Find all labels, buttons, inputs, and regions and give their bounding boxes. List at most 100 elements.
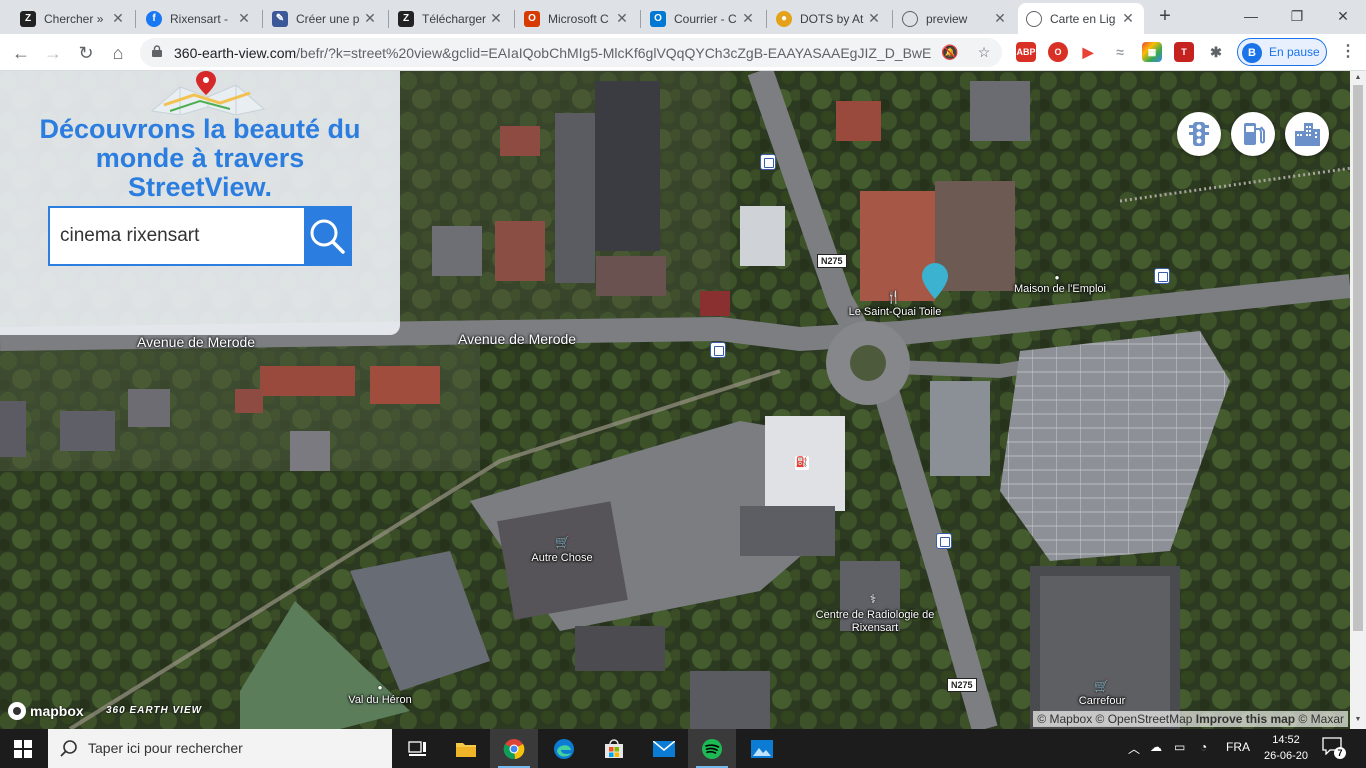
globe-icon [1026,10,1042,27]
attribution-mapbox-link[interactable]: © Mapbox [1037,712,1092,726]
bus-stop-icon[interactable] [760,154,776,170]
fuel-pump-button[interactable] [1231,112,1275,156]
attribution-osm-link[interactable]: © OpenStreetMap [1096,712,1193,726]
action-center-button[interactable]: 7 [1322,737,1346,759]
mail-button[interactable] [640,729,688,768]
mapbox-wordmark: mapbox [30,703,84,719]
clock[interactable]: 14:52 26-06-20 [1258,732,1314,764]
taskbar-search[interactable]: Taper ici pour rechercher [48,729,392,768]
tab-4[interactable]: O Microsoft C ✕ [516,3,638,34]
page-scrollbar[interactable]: ▲ ▼ [1350,71,1366,729]
notifications-blocked-icon[interactable]: 🔕 [940,42,960,62]
attribution-maxar-link[interactable]: © Maxar [1298,712,1344,726]
search-button[interactable] [304,208,350,264]
lock-icon[interactable] [152,45,162,57]
map-pin-illustration [150,71,266,115]
poi-label[interactable]: Carrefour [1065,695,1139,707]
reload-button[interactable]: ↻ [73,40,99,66]
form-icon: ✎ [272,10,288,27]
bus-stop-icon[interactable] [936,533,952,549]
bus-stop-icon[interactable] [710,342,726,358]
scroll-down-arrow-icon[interactable]: ▼ [1353,715,1363,725]
poi-label[interactable]: Le Saint-Quai Toile [840,306,950,318]
poi-label[interactable]: Val du Héron [335,694,425,706]
close-icon[interactable]: ✕ [614,10,630,27]
chrome-icon [503,738,525,759]
globe-icon [902,10,918,27]
url-text[interactable]: 360-earth-view.com/befr/?k=street%20view… [174,45,944,61]
location-pin-icon[interactable] [922,263,948,299]
poi-label[interactable]: Maison de l'Emploi [1005,283,1115,295]
url-path: /befr/?k=street%20view&gclid=EAIaIQobChM… [296,45,932,61]
search-box [48,206,352,266]
show-hidden-icons-icon[interactable]: ︿ [1128,740,1140,757]
windows-taskbar: Taper ici pour rechercher ︿ ☁ ▭ ◔ FRA 14… [0,729,1366,768]
home-button[interactable]: ⌂ [105,40,131,66]
start-button[interactable] [0,729,46,768]
tab-5[interactable]: O Courrier - C ✕ [642,3,764,34]
tab-2[interactable]: ✎ Créer une p ✕ [264,3,386,34]
close-icon[interactable]: ✕ [362,10,378,27]
close-icon[interactable]: ✕ [992,10,1008,27]
street-label: Avenue de Merode [137,334,256,350]
address-bar[interactable]: 360-earth-view.com/befr/?k=street%20view… [140,38,1002,67]
battery-icon[interactable]: ▭ [1174,740,1185,754]
poi-label[interactable]: Centre de Radiologie de Rixensart [815,609,935,635]
chrome-button[interactable] [490,729,538,768]
mapbox-logo[interactable]: mapbox [8,702,84,720]
file-explorer-button[interactable] [442,729,490,768]
adblock-icon[interactable]: ABP [1016,42,1036,62]
close-icon[interactable]: ✕ [488,10,504,27]
language-indicator[interactable]: FRA [1226,740,1250,754]
tab-1[interactable]: f Rixensart - ✕ [138,3,260,34]
buildings-button[interactable] [1285,112,1329,156]
traffic-light-button[interactable] [1177,112,1221,156]
improve-map-link[interactable]: Improve this map [1196,712,1295,726]
close-icon[interactable]: ✕ [740,10,756,27]
page-title: Découvrons la beauté du monde à travers … [39,114,361,202]
text-icon[interactable]: T [1174,42,1194,62]
tab-title: DOTS by At [800,11,864,26]
minimize-button[interactable]: — [1228,4,1274,28]
close-window-button[interactable]: ✕ [1320,4,1366,28]
wave-icon[interactable]: ≈ [1110,42,1130,62]
bookmark-star-icon[interactable]: ☆ [974,42,994,62]
play-icon[interactable]: ▶ [1078,42,1098,62]
spotify-button[interactable] [688,729,736,768]
restore-button[interactable]: ❐ [1274,4,1320,28]
tab-active[interactable]: Carte en Lig ✕ [1018,3,1144,34]
outlook-icon: O [650,10,666,27]
close-icon[interactable]: ✕ [866,10,882,27]
forward-button[interactable]: → [40,40,66,66]
close-icon[interactable]: ✕ [236,10,252,27]
scroll-up-arrow-icon[interactable]: ▲ [1353,73,1363,83]
tab-6[interactable]: ● DOTS by At ✕ [768,3,890,34]
search-input[interactable] [50,208,306,264]
brand-logo: 360 EARTH VIEW [106,705,203,716]
onedrive-icon[interactable]: ☁ [1150,740,1162,754]
task-view-button[interactable] [394,729,442,768]
bus-stop-icon[interactable] [1154,268,1170,284]
poi-label[interactable]: Autre Chose [520,552,604,564]
palette-icon[interactable]: ▦ [1142,42,1162,62]
tab-3[interactable]: Z Télécharger ✕ [390,3,512,34]
close-icon[interactable]: ✕ [1120,10,1136,27]
back-button[interactable]: ← [8,40,34,66]
close-icon[interactable]: ✕ [110,10,126,27]
puzzle-icon[interactable]: ✱ [1206,42,1226,62]
tab-7[interactable]: preview ✕ [894,3,1016,34]
store-button[interactable] [590,729,638,768]
office-icon: O [524,10,540,27]
tab-separator [514,10,515,28]
wifi-icon[interactable]: ◔ [1200,740,1207,754]
cart-icon: 🛒 [555,535,570,549]
photos-button[interactable] [738,729,786,768]
scrollbar-thumb[interactable] [1353,85,1363,631]
new-tab-button[interactable]: + [1153,5,1177,29]
tab-0[interactable]: Z Chercher » ✕ [12,3,134,34]
browser-menu-icon[interactable]: ⋮ [1340,42,1356,62]
opera-icon[interactable]: O [1048,42,1068,62]
satellite-map[interactable]: Avenue de Merode Avenue de Merode N275 N… [0,71,1366,729]
profile-button[interactable]: B En pause [1237,38,1327,66]
edge-button[interactable] [540,729,588,768]
